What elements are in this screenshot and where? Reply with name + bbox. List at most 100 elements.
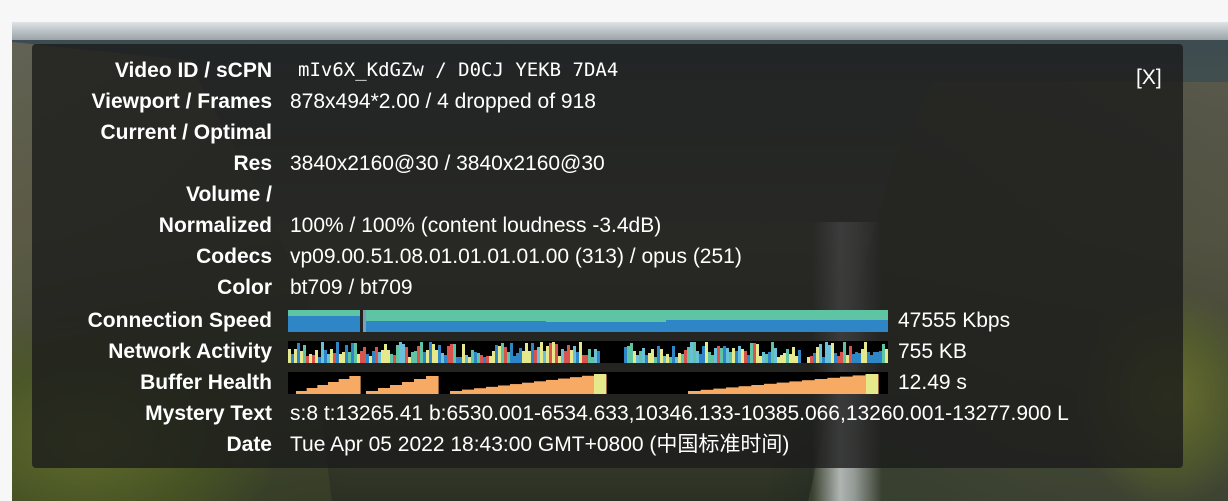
net-bar (822, 357, 825, 363)
net-bar (765, 354, 768, 363)
buffer-step (306, 388, 318, 394)
net-bar (483, 357, 486, 363)
buffer-step (764, 383, 778, 394)
buffer-step (751, 385, 765, 394)
net-bar (759, 356, 762, 363)
network-activity-value: 755 KB (898, 340, 967, 363)
net-bar (312, 355, 315, 363)
net-bar (879, 351, 882, 363)
buffer-step (726, 387, 740, 394)
buffer-step (827, 377, 841, 394)
buffer-health-value: 12.49 s (898, 371, 967, 394)
net-bar (807, 357, 810, 363)
net-bar (318, 357, 321, 363)
net-bar (630, 343, 633, 363)
net-bar (843, 342, 846, 363)
net-bar (447, 346, 450, 363)
color-label: Color (217, 276, 272, 299)
net-bar (426, 350, 429, 363)
net-bar (402, 344, 405, 363)
net-bar (465, 355, 468, 363)
buffer-step (688, 391, 702, 394)
buffer-step (474, 388, 487, 394)
net-bar (417, 346, 420, 363)
net-bar (567, 345, 570, 363)
net-bar (768, 352, 771, 363)
net-bar (405, 347, 408, 363)
net-bar (693, 342, 696, 363)
net-bar (330, 349, 333, 363)
buffer-step (498, 385, 511, 394)
net-bar (861, 349, 864, 363)
net-bar (519, 348, 522, 363)
net-bar (420, 342, 423, 363)
net-bar (687, 347, 690, 363)
net-bar (396, 345, 399, 363)
buffer-step (338, 379, 350, 394)
net-bar (456, 357, 459, 363)
buffer-step (546, 379, 559, 394)
stats-for-nerds-panel: [X] Video ID / sCPN mIv6X_KdGZw / D0CJ Y… (32, 44, 1183, 468)
net-bar (534, 350, 537, 363)
net-bar (354, 343, 357, 363)
net-bar (636, 355, 639, 363)
net-bar (753, 343, 756, 363)
net-bar (369, 356, 372, 363)
net-bar (708, 352, 711, 363)
net-bar (516, 353, 519, 363)
buffer-step (450, 391, 463, 394)
net-bar (528, 351, 531, 363)
net-bar (561, 349, 564, 363)
net-bar (474, 352, 477, 363)
net-bar (684, 350, 687, 363)
connection-speed-value: 47555 Kbps (898, 309, 1011, 332)
net-bar (531, 343, 534, 363)
net-bar (651, 349, 654, 363)
net-bar (393, 355, 396, 363)
net-bar (789, 354, 792, 363)
net-bar (837, 356, 840, 363)
net-bar (588, 349, 591, 363)
net-bar (486, 356, 489, 363)
net-bar (387, 350, 390, 363)
net-bar (756, 344, 759, 363)
net-bar (846, 355, 849, 363)
net-bar (738, 346, 741, 363)
net-bar (792, 347, 795, 363)
net-bar (555, 344, 558, 363)
net-bar (306, 356, 309, 363)
net-bar (525, 343, 528, 363)
net-bar (342, 352, 345, 363)
viewport-label: Viewport / Frames (91, 90, 272, 113)
net-bar (852, 354, 855, 363)
net-bar (384, 344, 387, 363)
net-bar (552, 342, 555, 363)
close-button[interactable]: [X] (1136, 66, 1162, 90)
net-bar (390, 354, 393, 363)
net-bar (762, 352, 765, 363)
buffer-step (317, 385, 329, 394)
net-bar (573, 346, 576, 363)
net-bar (378, 352, 381, 363)
net-bar (579, 342, 582, 363)
net-bar (723, 346, 726, 363)
net-bar (876, 352, 879, 363)
net-bar (462, 344, 465, 363)
speed-bar-segment (288, 310, 360, 316)
net-bar (288, 349, 291, 363)
buffer-step (776, 382, 790, 394)
buffer-step (852, 375, 866, 394)
net-bar (777, 357, 780, 363)
net-bar (414, 351, 417, 363)
net-bar (660, 349, 663, 363)
net-bar (537, 347, 540, 363)
buffer-step (486, 386, 499, 394)
speed-bar-gap (360, 310, 363, 332)
net-bar (639, 351, 642, 363)
net-bar (672, 346, 675, 363)
net-bar (747, 355, 750, 363)
net-bar (372, 351, 375, 363)
video-id-value: mIv6X_KdGZw / D0CJ YEKB 7DA4 (298, 59, 619, 81)
net-bar (411, 352, 414, 363)
buffer-step (814, 379, 828, 394)
